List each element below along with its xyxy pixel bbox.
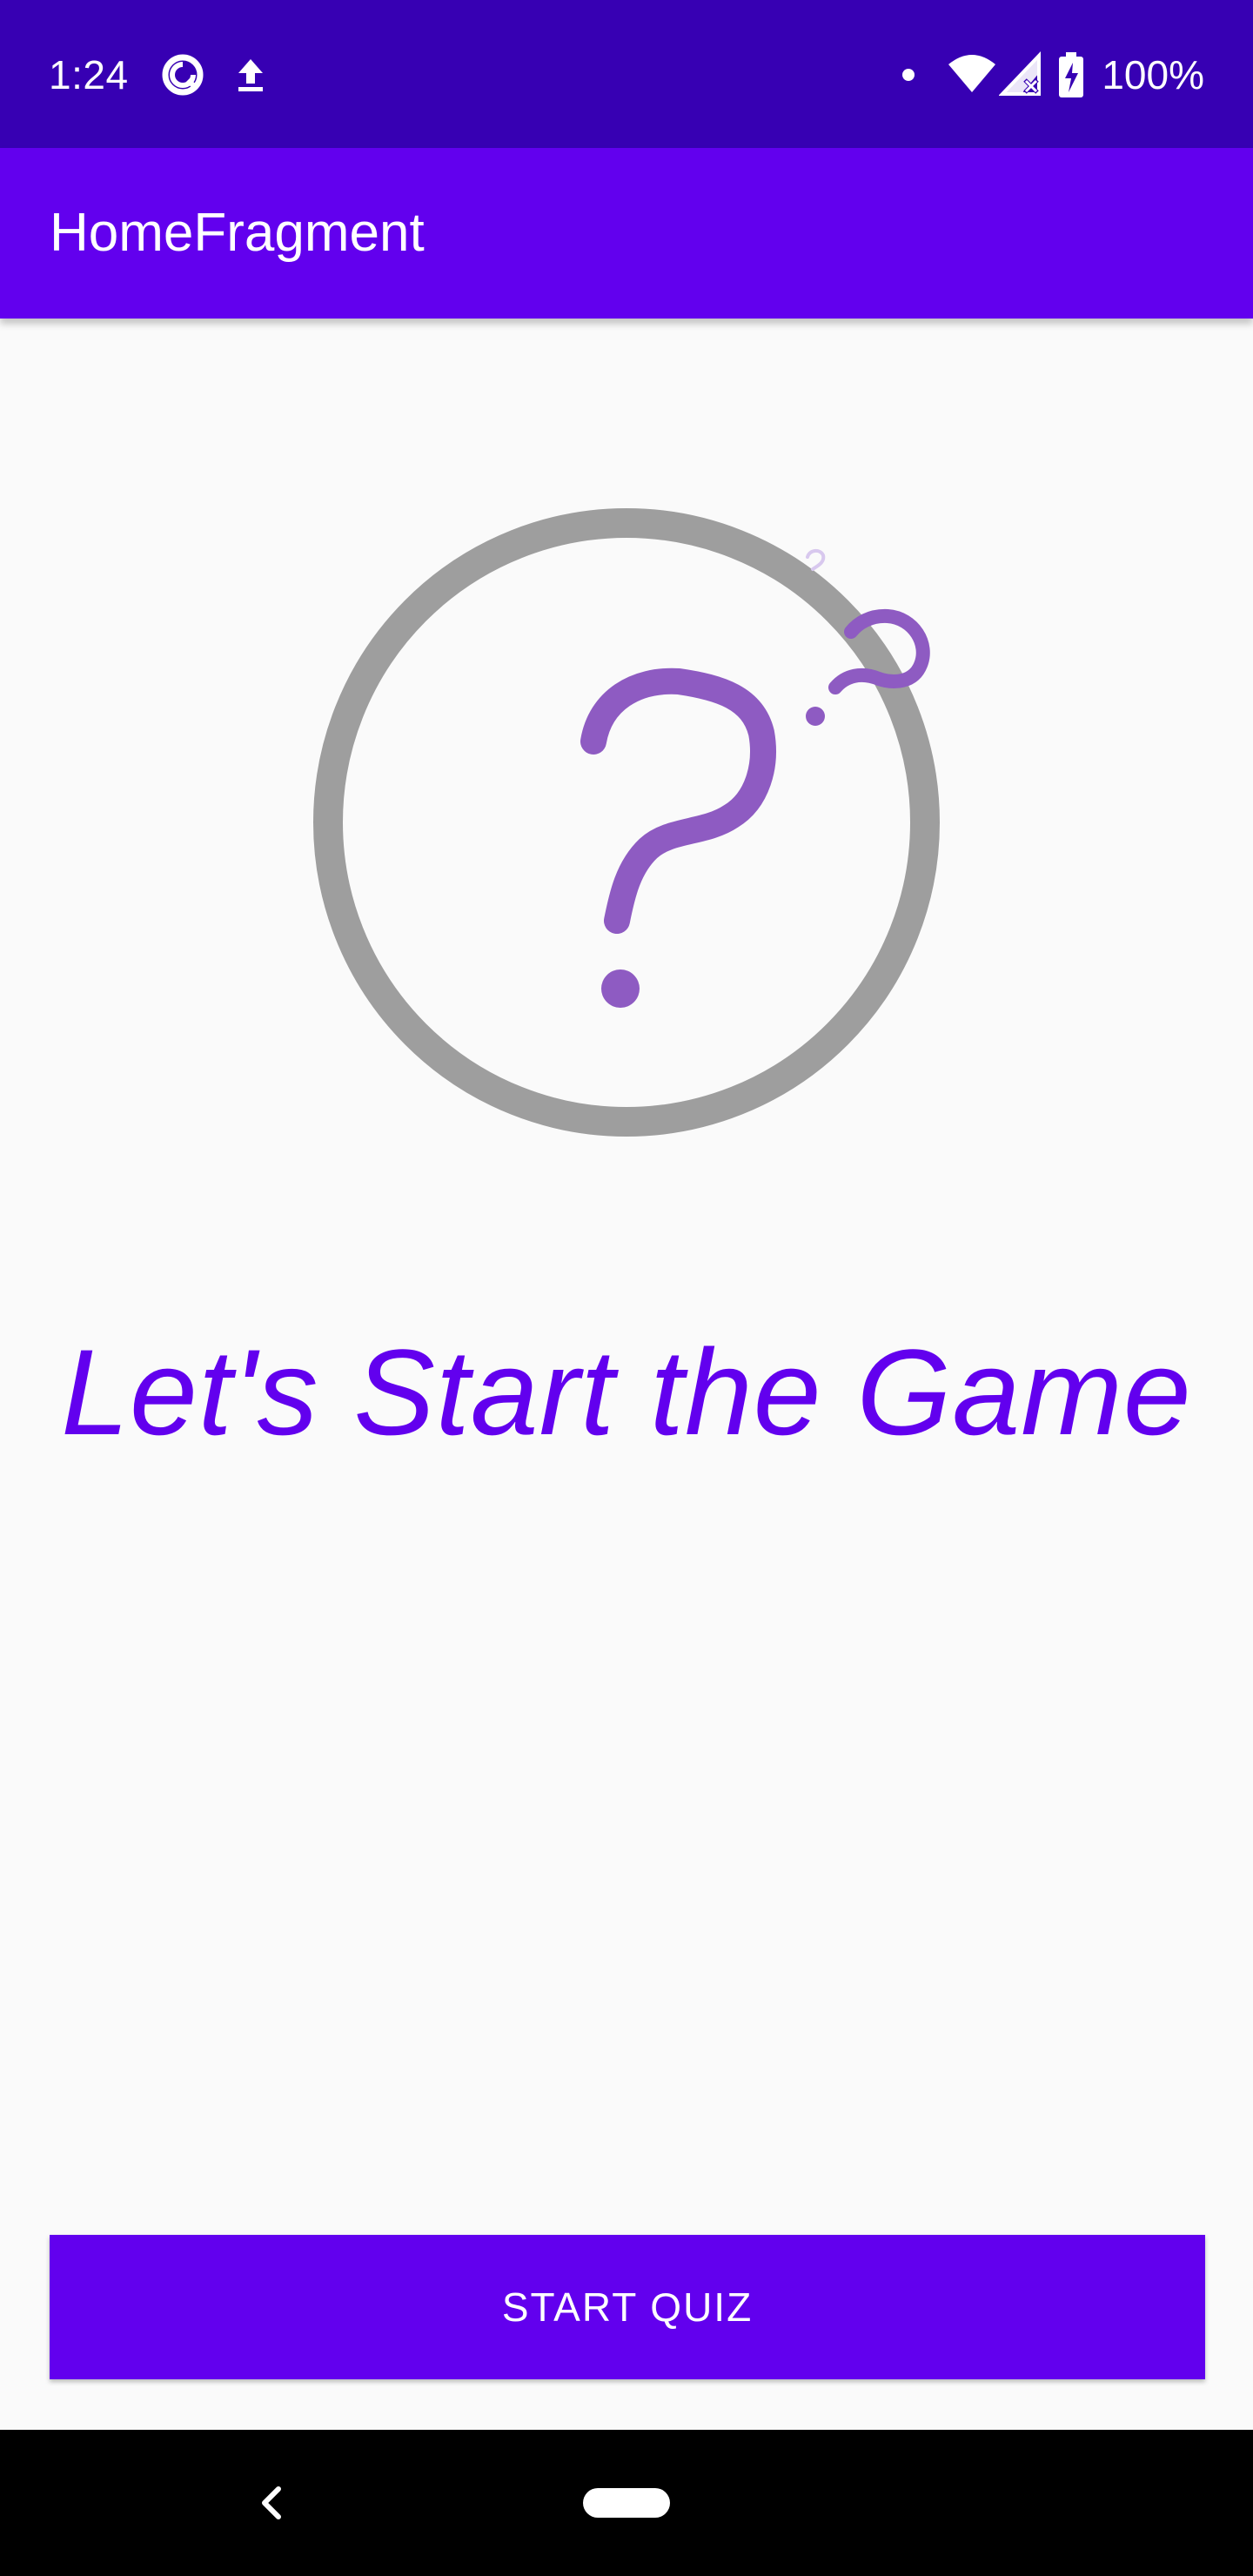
navigation-bar [0,2430,1253,2576]
illustration-circle [313,508,940,1137]
notification-dot-icon [902,69,915,81]
signal-no-data-icon [999,51,1041,96]
app-bar: HomeFragment [0,148,1253,319]
battery-percent: 100% [1102,52,1204,97]
app-bar-title: HomeFragment [50,203,425,263]
wifi-icon [948,55,995,92]
home-pill-icon[interactable] [583,2488,670,2518]
status-bar: 1:24 100% [0,0,1253,148]
question-mark-glyph [580,549,930,1008]
question-mark-circle-icon [313,508,940,1137]
status-time: 1:24 [49,52,129,97]
data-saver-icon [162,54,204,96]
battery-charging-icon [1059,52,1083,97]
back-icon[interactable] [245,2475,298,2531]
home-screen: 1:24 100% HomeFragment Let's Start the G… [0,0,1253,2576]
start-quiz-button[interactable]: START QUIZ [50,2235,1205,2379]
upload-icon [238,59,263,91]
headline: Let's Start the Game [61,1324,1192,1460]
